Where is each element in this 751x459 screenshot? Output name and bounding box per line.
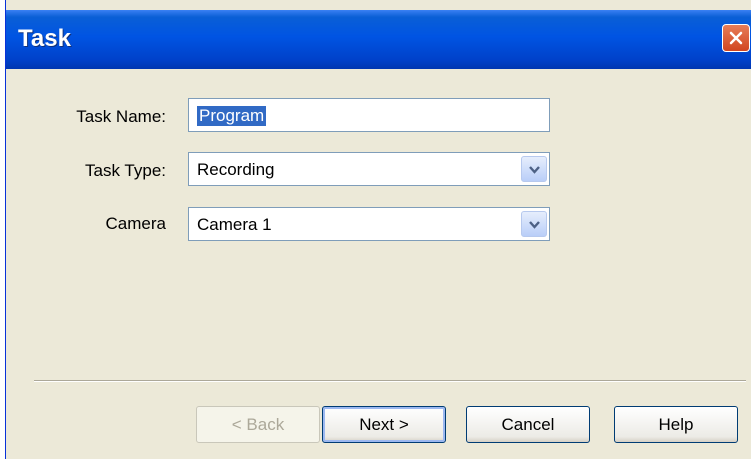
chevron-down-icon: [529, 221, 540, 229]
task-type-select[interactable]: Recording: [188, 152, 550, 186]
task-name-value: Program: [197, 106, 267, 126]
camera-value: Camera 1: [197, 215, 272, 234]
camera-select[interactable]: Camera 1: [188, 207, 550, 241]
task-dialog: Task Task Name: Program Task Type: Recor…: [5, 0, 751, 459]
close-icon: [729, 31, 743, 45]
task-name-label: Task Name:: [76, 107, 166, 126]
back-button[interactable]: < Back: [196, 406, 320, 443]
camera-dropdown-button[interactable]: [521, 211, 547, 237]
chevron-down-icon: [529, 166, 540, 174]
close-button[interactable]: [722, 24, 750, 52]
task-name-input[interactable]: Program: [188, 98, 550, 132]
separator: [34, 380, 746, 382]
camera-label: Camera: [105, 214, 166, 233]
task-type-value: Recording: [197, 160, 275, 179]
task-type-label: Task Type:: [85, 161, 166, 180]
window-title: Task: [18, 25, 71, 52]
cancel-button[interactable]: Cancel: [466, 406, 590, 443]
help-button[interactable]: Help: [614, 406, 738, 443]
task-type-dropdown-button[interactable]: [521, 156, 547, 182]
next-button[interactable]: Next >: [322, 406, 446, 443]
title-bar[interactable]: Task: [6, 10, 751, 69]
dialog-content: Task Name: Program Task Type: Recording …: [6, 69, 751, 459]
